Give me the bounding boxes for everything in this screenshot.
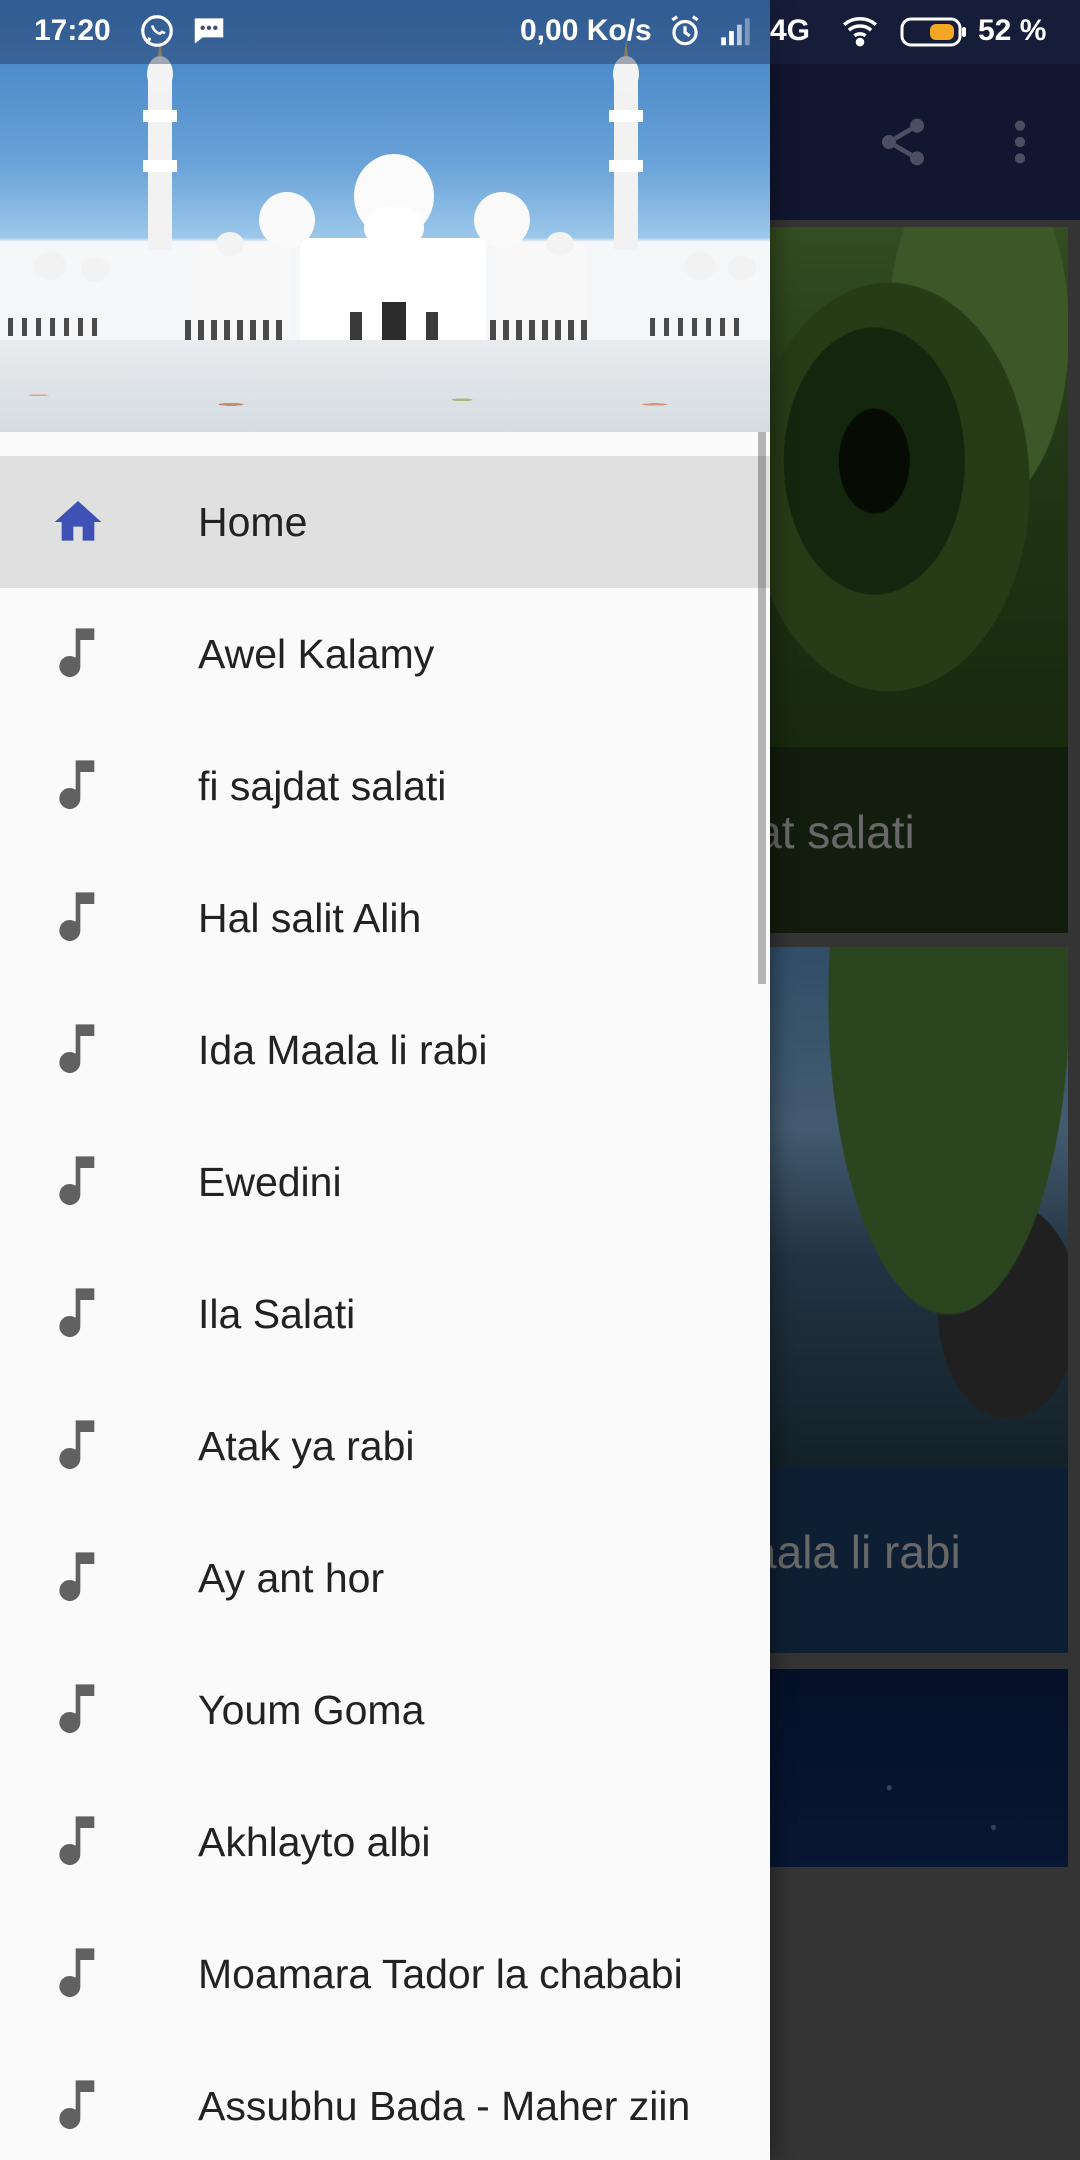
drawer-item-label: Ila Salati bbox=[198, 1290, 356, 1337]
message-icon bbox=[190, 12, 228, 58]
drawer-item-label: Akhlayto albi bbox=[198, 1818, 431, 1865]
music-note-icon bbox=[48, 1020, 108, 1080]
drawer-item-song[interactable]: Awel Kalamy bbox=[0, 588, 770, 720]
drawer-item-label: Assubhu Bada - Maher ziin bbox=[198, 2082, 691, 2129]
home-icon bbox=[48, 492, 108, 552]
drawer-item-song[interactable]: Assubhu Bada - Maher ziin bbox=[0, 2040, 770, 2160]
drawer-item-song[interactable]: fi sajdat salati bbox=[0, 720, 770, 852]
music-note-icon bbox=[48, 1944, 108, 2004]
drawer-menu: Home Awel Kalamy fi sajdat salati Hal sa… bbox=[0, 456, 770, 2160]
drawer-item-label: fi sajdat salati bbox=[198, 762, 447, 809]
drawer-spacer bbox=[0, 432, 770, 456]
status-bar: 17:20 0,00 Ko/s 4G 52 % bbox=[0, 0, 1080, 64]
drawer-header-image bbox=[0, 0, 770, 432]
navigation-drawer: Home Awel Kalamy fi sajdat salati Hal sa… bbox=[0, 0, 770, 2160]
music-note-icon bbox=[48, 1680, 108, 1740]
status-time: 17:20 bbox=[34, 14, 111, 47]
drawer-item-song[interactable]: Moamara Tador la chababi bbox=[0, 1908, 770, 2040]
drawer-item-song[interactable]: Ila Salati bbox=[0, 1248, 770, 1380]
music-note-icon bbox=[48, 1152, 108, 1212]
alarm-icon bbox=[666, 12, 704, 58]
drawer-item-label: Ida Maala li rabi bbox=[198, 1026, 488, 1073]
drawer-item-song[interactable]: Hal salit Alih bbox=[0, 852, 770, 984]
drawer-item-label: Ay ant hor bbox=[198, 1554, 385, 1601]
music-note-icon bbox=[48, 2076, 108, 2136]
drawer-item-song[interactable]: Youm Goma bbox=[0, 1644, 770, 1776]
music-note-icon bbox=[48, 1548, 108, 1608]
drawer-item-song[interactable]: Ewedini bbox=[0, 1116, 770, 1248]
wifi-icon bbox=[838, 12, 882, 58]
network-speed: 0,00 Ko/s bbox=[520, 14, 652, 47]
drawer-item-label: Ewedini bbox=[198, 1158, 342, 1205]
drawer-item-song[interactable]: Akhlayto albi bbox=[0, 1776, 770, 1908]
drawer-item-label: Home bbox=[198, 498, 308, 545]
battery-icon bbox=[900, 16, 968, 56]
drawer-scrollbar[interactable] bbox=[758, 432, 766, 984]
courtyard-floor bbox=[0, 340, 770, 432]
drawer-item-song[interactable]: Atak ya rabi bbox=[0, 1380, 770, 1512]
network-type: 4G bbox=[770, 14, 811, 47]
drawer-item-song[interactable]: Ay ant hor bbox=[0, 1512, 770, 1644]
battery-percent: 52 % bbox=[978, 14, 1047, 47]
music-note-icon bbox=[48, 888, 108, 948]
drawer-item-label: Youm Goma bbox=[198, 1686, 425, 1733]
drawer-item-label: Awel Kalamy bbox=[198, 630, 435, 677]
music-note-icon bbox=[48, 1416, 108, 1476]
signal-icon bbox=[716, 12, 758, 58]
music-note-icon bbox=[48, 624, 108, 684]
music-note-icon bbox=[48, 756, 108, 816]
drawer-item-label: Hal salit Alih bbox=[198, 894, 422, 941]
music-note-icon bbox=[48, 1284, 108, 1344]
drawer-item-song[interactable]: Ida Maala li rabi bbox=[0, 984, 770, 1116]
drawer-item-label: Moamara Tador la chababi bbox=[198, 1950, 683, 1997]
music-note-icon bbox=[48, 1812, 108, 1872]
whatsapp-icon bbox=[138, 12, 176, 58]
drawer-item-label: Atak ya rabi bbox=[198, 1422, 415, 1469]
drawer-item-home[interactable]: Home bbox=[0, 456, 770, 588]
